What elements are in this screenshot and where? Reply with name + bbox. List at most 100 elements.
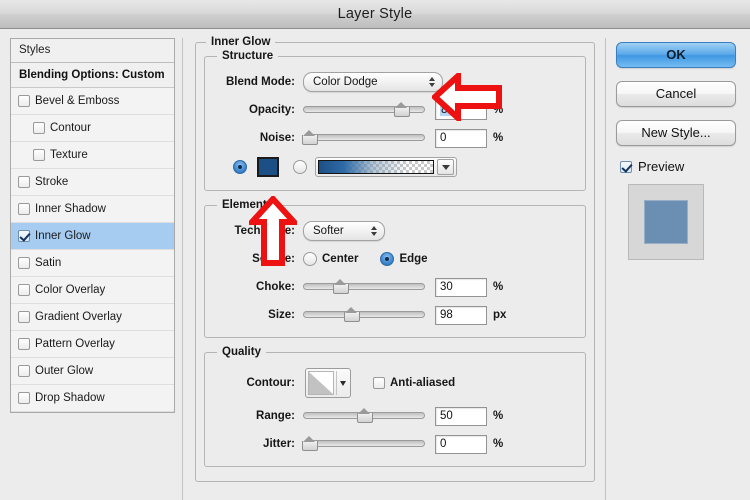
source-center-label: Center [322, 253, 358, 265]
style-checkbox[interactable] [18, 95, 30, 107]
style-checkbox[interactable] [33, 122, 45, 134]
style-row[interactable]: Contour [11, 115, 174, 142]
blend-mode-select[interactable]: Color Dodge [303, 72, 443, 92]
source-label: Source: [215, 253, 295, 265]
range-input[interactable]: 50 [435, 407, 487, 426]
noise-input[interactable]: 0 [435, 129, 487, 148]
style-checkbox[interactable] [18, 176, 30, 188]
contour-curve-icon [308, 371, 334, 395]
jitter-slider[interactable] [303, 435, 425, 453]
technique-label: Technique: [215, 225, 295, 237]
jitter-slider-thumb[interactable] [302, 438, 316, 450]
contour-picker[interactable] [305, 368, 351, 398]
preview-thumbnail [628, 184, 704, 260]
range-label: Range: [215, 410, 295, 422]
noise-row: Noise: 0 % [215, 124, 575, 152]
style-row[interactable]: Texture [11, 142, 174, 169]
inner-glow-panel: Inner Glow Structure Blend Mode: Color D… [187, 30, 601, 500]
style-row[interactable]: Inner Glow [11, 223, 174, 250]
window-title: Layer Style [338, 6, 413, 22]
quality-title: Quality [217, 346, 266, 358]
blending-options-row[interactable]: Blending Options: Custom [11, 63, 174, 88]
style-checkbox[interactable] [18, 257, 30, 269]
chevron-down-icon[interactable] [437, 159, 454, 175]
quality-group: Quality Contour: Anti-aliased [204, 346, 586, 467]
opacity-row: Opacity: 80 % [215, 96, 575, 124]
source-edge-option[interactable]: Edge [380, 252, 427, 266]
source-edge-label: Edge [399, 253, 427, 265]
noise-slider[interactable] [303, 129, 425, 147]
fill-type-gradient-radio[interactable] [293, 160, 307, 174]
style-row-label: Satin [35, 257, 61, 269]
range-slider[interactable] [303, 407, 425, 425]
anti-aliased-checkbox[interactable] [373, 377, 385, 389]
style-row[interactable]: Stroke [11, 169, 174, 196]
technique-value: Softer [313, 225, 359, 237]
choke-row: Choke: 30 % [215, 273, 575, 301]
style-row[interactable]: Outer Glow [11, 358, 174, 385]
chevron-down-icon[interactable] [336, 371, 348, 395]
source-center-option[interactable]: Center [303, 252, 358, 266]
style-row[interactable]: Drop Shadow [11, 385, 174, 412]
style-row-label: Gradient Overlay [35, 311, 122, 323]
glow-gradient-picker[interactable] [315, 157, 457, 177]
opacity-slider[interactable] [303, 101, 425, 119]
style-checkbox[interactable] [18, 284, 30, 296]
new-style-button[interactable]: New Style... [616, 120, 736, 146]
preview-label: Preview [638, 159, 684, 174]
range-row: Range: 50 % [215, 402, 575, 430]
style-checkbox[interactable] [18, 338, 30, 350]
size-slider[interactable] [303, 306, 425, 324]
style-checkbox[interactable] [18, 311, 30, 323]
size-input[interactable]: 98 [435, 306, 487, 325]
fill-type-row [215, 152, 575, 182]
fill-type-color-radio[interactable] [233, 160, 247, 174]
style-checkbox[interactable] [33, 149, 45, 161]
style-row[interactable]: Bevel & Emboss [11, 88, 174, 115]
style-row-label: Pattern Overlay [35, 338, 115, 350]
jitter-value: 0 [440, 438, 446, 450]
elements-title: Elements [217, 199, 278, 211]
opacity-input[interactable]: 80 [435, 101, 487, 120]
style-row[interactable]: Color Overlay [11, 277, 174, 304]
buttons-column: OK Cancel New Style... Preview [610, 30, 750, 500]
style-checkbox[interactable] [18, 230, 30, 242]
choke-input[interactable]: 30 [435, 278, 487, 297]
choke-slider-thumb[interactable] [333, 281, 347, 293]
style-row[interactable]: Satin [11, 250, 174, 277]
ok-button[interactable]: OK [616, 42, 736, 68]
choke-unit: % [493, 281, 503, 293]
opacity-value: 80 [440, 104, 455, 116]
technique-select[interactable]: Softer [303, 221, 385, 241]
cancel-button[interactable]: Cancel [616, 81, 736, 107]
anti-aliased-label: Anti-aliased [390, 377, 455, 389]
preview-checkbox[interactable] [620, 161, 632, 173]
style-checkbox[interactable] [18, 392, 30, 404]
jitter-input[interactable]: 0 [435, 435, 487, 454]
style-row[interactable]: Inner Shadow [11, 196, 174, 223]
style-row-label: Contour [50, 122, 91, 134]
noise-slider-thumb[interactable] [302, 132, 316, 144]
chevron-updown-icon [425, 74, 438, 90]
style-row[interactable]: Gradient Overlay [11, 304, 174, 331]
style-checkbox[interactable] [18, 203, 30, 215]
size-slider-thumb[interactable] [344, 309, 358, 321]
source-edge-radio[interactable] [380, 252, 394, 266]
choke-slider[interactable] [303, 278, 425, 296]
dialog-body: Styles Blending Options: Custom Bevel & … [0, 30, 750, 500]
glow-color-swatch[interactable] [257, 157, 279, 177]
range-slider-thumb[interactable] [357, 410, 371, 422]
range-value: 50 [440, 410, 453, 422]
technique-row: Technique: Softer [215, 217, 575, 245]
window-titlebar: Layer Style [0, 0, 750, 29]
style-row[interactable]: Pattern Overlay [11, 331, 174, 358]
opacity-slider-thumb[interactable] [394, 104, 408, 116]
jitter-row: Jitter: 0 % [215, 430, 575, 458]
anti-aliased-option[interactable]: Anti-aliased [373, 377, 455, 389]
style-checkbox[interactable] [18, 365, 30, 377]
source-center-radio[interactable] [303, 252, 317, 266]
preview-option[interactable]: Preview [620, 159, 740, 174]
style-row-label: Inner Glow [35, 230, 91, 242]
styles-column: Styles Blending Options: Custom Bevel & … [0, 30, 178, 500]
source-row: Source: Center Edge [215, 245, 575, 273]
